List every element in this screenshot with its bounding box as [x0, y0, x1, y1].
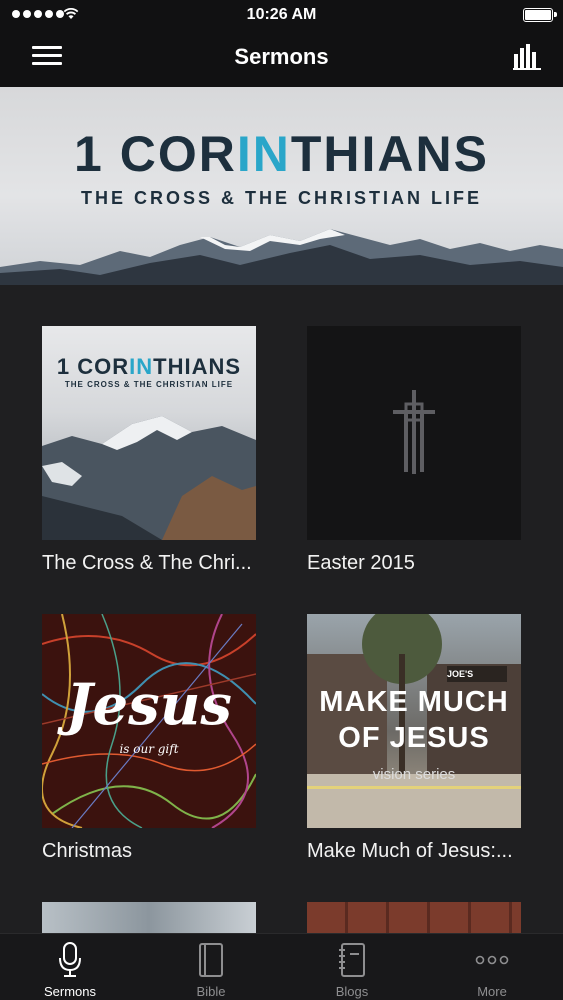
banner-title: 1 CORINTHIANS: [0, 125, 563, 183]
series-card[interactable]: Jesus is our gift Christmas: [42, 614, 256, 863]
navigation-bar: Sermons: [0, 30, 563, 87]
artwork-title-part3: THIANS: [153, 354, 242, 379]
series-card[interactable]: [307, 902, 521, 933]
artwork-title: 1 CORINTHIANS: [42, 354, 256, 380]
series-artwork: [307, 902, 521, 933]
sermon-series-grid: 1 CORINTHIANS THE CROSS & THE CHRISTIAN …: [0, 285, 563, 933]
artwork-subtitle: THE CROSS & THE CHRISTIAN LIFE: [64, 380, 234, 389]
artwork-title-accent: IN: [129, 354, 154, 379]
tab-label: More: [477, 984, 507, 999]
battery-icon: [523, 8, 557, 22]
series-title: Easter 2015: [307, 552, 415, 574]
banner-title-part3: THIANS: [290, 126, 489, 182]
featured-series-banner[interactable]: 1 CORINTHIANS THE CROSS & THE CHRISTIAN …: [0, 87, 563, 285]
book-icon: [199, 943, 223, 977]
artwork-title: Jesus: [66, 672, 232, 738]
shop-sign-text: JOE'S: [447, 669, 474, 679]
tab-more[interactable]: More: [437, 934, 547, 1000]
artwork-title-line2: OF JESUS: [338, 722, 490, 754]
mountain-range-image: [0, 229, 563, 285]
tab-bar: Sermons Bible Blogs More: [0, 933, 563, 1000]
microphone-icon: [59, 942, 81, 977]
artwork-title-part1: 1 COR: [56, 354, 130, 379]
series-artwork: [307, 326, 521, 540]
banner-title-part1: 1 COR: [74, 126, 237, 182]
tab-label: Bible: [196, 984, 226, 999]
notebook-icon: [339, 943, 365, 977]
tab-blogs[interactable]: Blogs: [297, 934, 407, 1000]
status-bar: 10:26 AM: [0, 0, 563, 30]
series-card[interactable]: 1 CORINTHIANS THE CROSS & THE CHRISTIAN …: [42, 326, 256, 575]
banner-title-accent: IN: [236, 126, 291, 182]
artwork-subtitle: vision series: [372, 766, 456, 783]
artwork-subtitle: is our gift: [119, 742, 179, 756]
street-photo-image: [307, 614, 521, 828]
series-title: Make Much of Jesus:...: [307, 840, 513, 862]
tab-bible[interactable]: Bible: [156, 934, 266, 1000]
series-card[interactable]: Easter 2015: [307, 326, 521, 575]
series-card[interactable]: [42, 902, 256, 933]
bar-chart-icon[interactable]: [513, 44, 541, 70]
series-artwork: [42, 902, 256, 933]
artwork-title-line1: MAKE MUCH: [319, 686, 509, 718]
tab-sermons[interactable]: Sermons: [15, 934, 125, 1000]
status-time: 10:26 AM: [246, 6, 317, 23]
series-title: Christmas: [42, 840, 133, 862]
series-artwork: Jesus is our gift: [42, 614, 256, 828]
mountain-image: [42, 416, 256, 540]
page-title: Sermons: [234, 44, 329, 69]
series-artwork: JOE'S MAKE MUCH OF JESUS vision series: [307, 614, 521, 828]
series-title: The Cross & The Chri...: [42, 552, 252, 574]
more-dots-icon: [475, 955, 509, 965]
cross-logo-icon: [393, 390, 435, 474]
series-card[interactable]: JOE'S MAKE MUCH OF JESUS vision series M…: [307, 614, 521, 863]
tab-label: Sermons: [43, 984, 97, 999]
tab-label: Blogs: [335, 984, 369, 999]
series-artwork: 1 CORINTHIANS THE CROSS & THE CHRISTIAN …: [42, 326, 256, 540]
banner-subtitle: THE CROSS & THE CHRISTIAN LIFE: [80, 188, 482, 208]
